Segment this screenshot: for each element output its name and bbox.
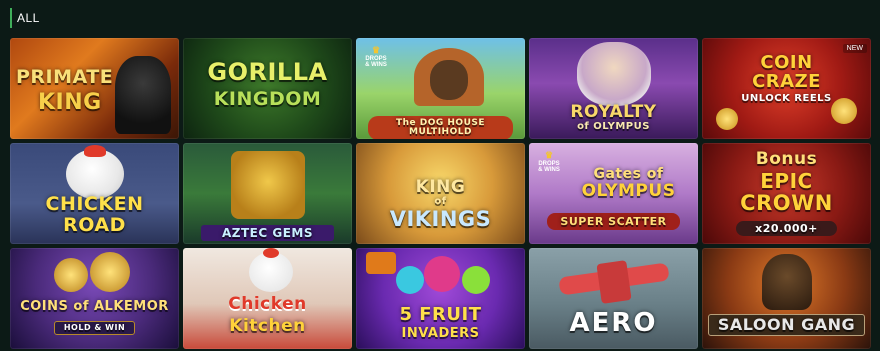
game-title-line4: x20.000+ <box>736 221 837 236</box>
game-title-line1: Gates of <box>593 166 664 182</box>
game-title: SALOON GANG <box>708 314 865 336</box>
game-tile-5-fruit-invaders[interactable]: 5 FRUIT INVADERS <box>356 248 525 349</box>
game-tile-saloon-gang[interactable]: SALOON GANG <box>702 248 871 349</box>
chicken-comb-art <box>84 145 106 157</box>
gold-coin-art <box>54 258 88 292</box>
game-title-line2: of <box>434 196 447 207</box>
chicken-comb-art <box>263 248 279 258</box>
game-title-line1: Bonus <box>755 149 818 169</box>
badge-line1: DROPS <box>365 55 387 62</box>
game-tile-chicken-road[interactable]: CHICKEN ROAD <box>10 143 179 244</box>
game-title-line3: SUPER SCATTER <box>547 213 680 230</box>
game-title-line2: OLYMPUS <box>581 181 676 201</box>
crown-icon: ♛ <box>371 45 381 55</box>
game-tile-primate-king[interactable]: PRIMATE KING <box>10 38 179 139</box>
zeus-art <box>577 42 651 106</box>
game-title-line1: ROYALTY <box>570 102 657 122</box>
game-title: The DOG HOUSE MULTIHOLD <box>368 116 513 139</box>
category-indicator <box>10 8 12 28</box>
game-tile-dog-house-multihold[interactable]: ♛ DROPS & WINS The DOG HOUSE MULTIHOLD <box>356 38 525 139</box>
game-tile-coins-of-alkemor[interactable]: COINS of ALKEMOR HOLD & WIN <box>10 248 179 349</box>
game-title-line3: VIKINGS <box>389 207 492 231</box>
dog-art <box>430 60 468 100</box>
game-tile-chicken-kitchen[interactable]: Chicken Kitchen <box>183 248 352 349</box>
category-header: ALL <box>0 0 880 36</box>
game-title-line1: PRIMATE <box>16 66 114 88</box>
gold-coin-art <box>716 108 738 130</box>
airplane-wing-art <box>596 260 632 304</box>
game-tile-aztec-gems[interactable]: AZTEC GEMS <box>183 143 352 244</box>
game-title-line2: of OLYMPUS <box>577 121 650 132</box>
game-title-line1: 5 FRUIT <box>399 304 482 325</box>
game-title-line3: CROWN <box>740 191 833 215</box>
game-title-line1: GORILLA <box>207 58 328 86</box>
game-title-line2: CRAZE <box>752 71 821 92</box>
fruit-monster-art <box>424 256 460 292</box>
game-title-line1: KING <box>415 177 466 197</box>
fruit-monster-art <box>462 266 490 294</box>
game-title-line2: KINGDOM <box>213 88 322 110</box>
game-title-line1: Chicken <box>228 294 307 314</box>
gold-coin-art <box>90 252 130 292</box>
game-tile-king-of-vikings[interactable]: KING of VIKINGS <box>356 143 525 244</box>
game-title-line1: COINS of ALKEMOR <box>20 299 169 314</box>
game-title-line1: CHICKEN <box>45 193 144 215</box>
crown-icon: ♛ <box>544 150 554 160</box>
game-title: AZTEC GEMS <box>201 225 334 241</box>
aztec-mask-art <box>231 151 305 219</box>
game-tile-gates-of-olympus-super-scatter[interactable]: ♛ DROPS & WINS Gates of OLYMPUS SUPER SC… <box>529 143 698 244</box>
game-title-line2: INVADERS <box>401 326 480 341</box>
game-tile-bonus-epic-crown[interactable]: Bonus EPIC CROWN x20.000+ <box>702 143 871 244</box>
game-tile-gorilla-kingdom[interactable]: GORILLA KINGDOM <box>183 38 352 139</box>
fruit-monster-art <box>396 266 424 294</box>
gold-coin-art <box>831 98 857 124</box>
game-title-line2: ROAD <box>63 214 126 236</box>
game-title-line1: COIN <box>760 52 813 73</box>
provider-icon <box>366 252 396 274</box>
game-title: AERO <box>569 308 658 338</box>
new-badge: NEW <box>842 44 867 53</box>
category-label: ALL <box>17 11 40 25</box>
badge-line2: & WINS <box>538 167 560 174</box>
game-title-line2: HOLD & WIN <box>54 321 135 335</box>
badge-line2: & WINS <box>365 62 387 69</box>
game-tile-royalty-of-olympus[interactable]: ROYALTY of OLYMPUS <box>529 38 698 139</box>
badge-line1: DROPS <box>538 160 560 167</box>
game-title-line2: EPIC <box>760 169 813 193</box>
cowboy-art <box>762 254 812 310</box>
game-grid: PRIMATE KING GORILLA KINGDOM ♛ DROPS & W… <box>10 38 871 349</box>
game-title-line2: KING <box>38 90 102 115</box>
game-title-line2: Kitchen <box>229 316 306 336</box>
drops-and-wins-badge: ♛ DROPS & WINS <box>362 45 390 72</box>
game-tile-aero[interactable]: AERO <box>529 248 698 349</box>
game-tile-coin-craze[interactable]: NEW COIN CRAZE UNLOCK REELS <box>702 38 871 139</box>
chicken-art <box>249 252 293 292</box>
gorilla-art <box>115 56 171 134</box>
